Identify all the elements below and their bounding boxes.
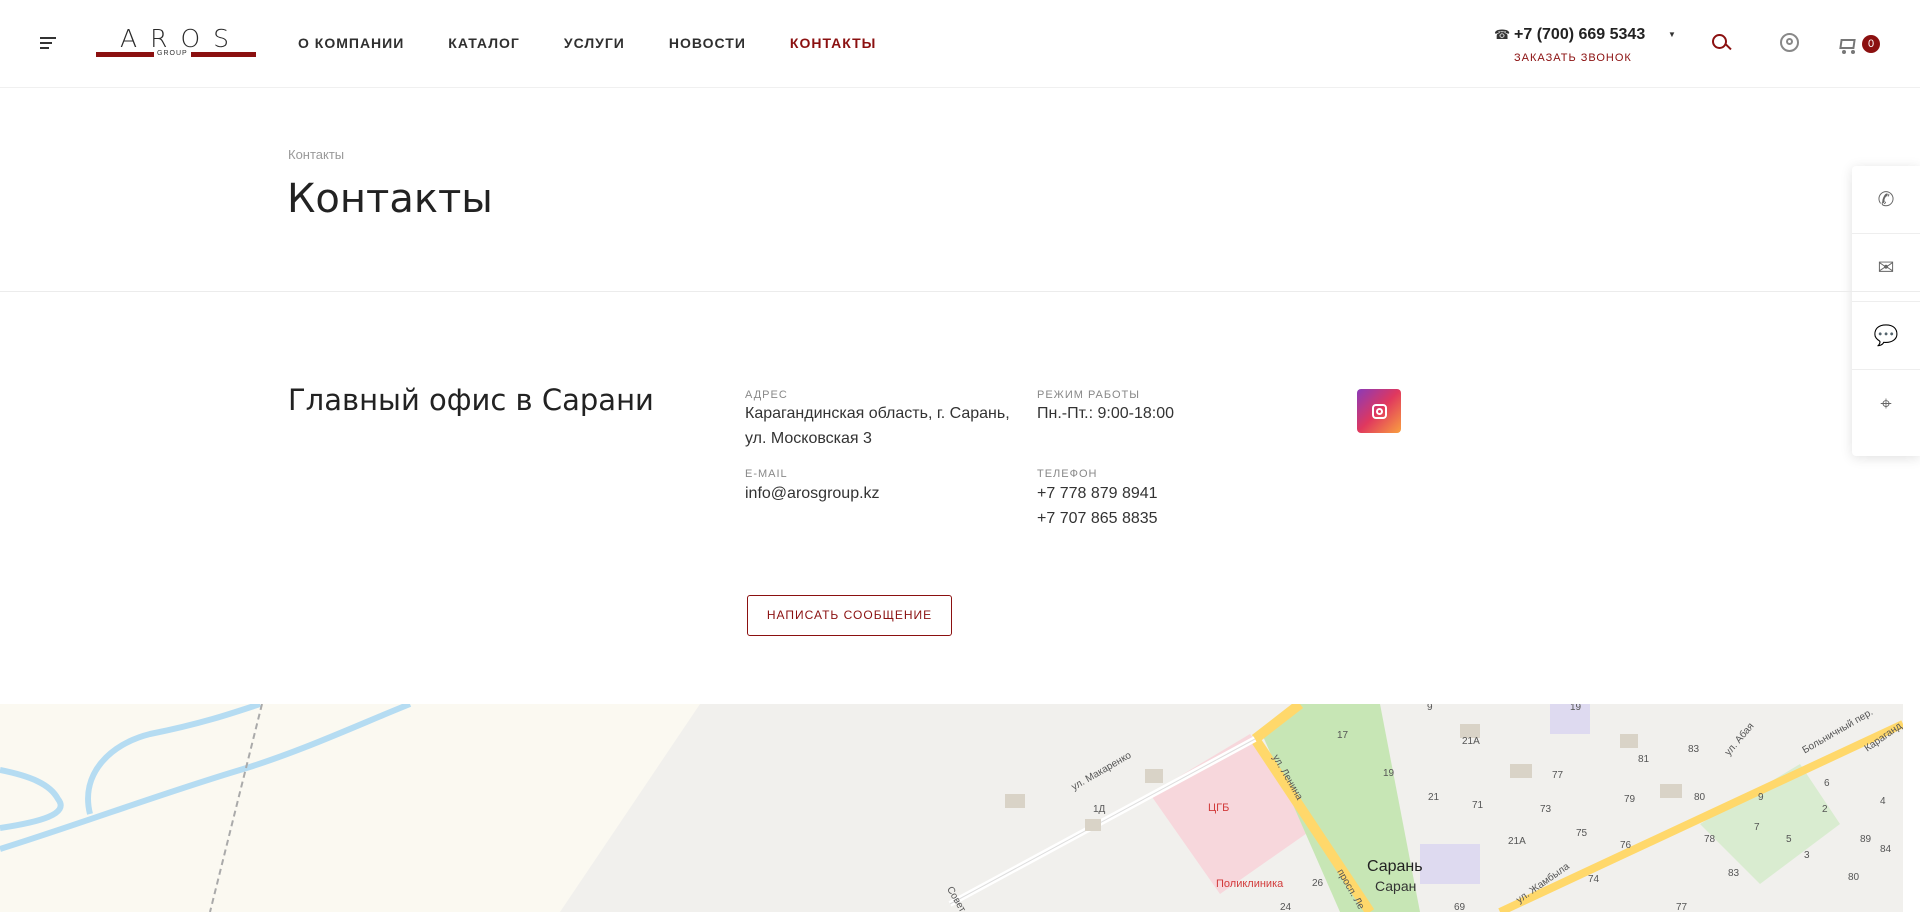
logo-subtext: GROUP	[154, 50, 191, 57]
house-number: 83	[1728, 868, 1740, 879]
house-number: 19	[1570, 704, 1582, 713]
header-phone[interactable]: +7 (700) 669 5343	[1514, 26, 1645, 44]
house-number: 7	[1754, 822, 1760, 833]
hours-label: РЕЖИМ РАБОТЫ	[1037, 389, 1141, 401]
house-number: 79	[1624, 794, 1636, 805]
nav-item-news[interactable]: НОВОСТИ	[669, 35, 746, 51]
nav-item-contacts[interactable]: КОНТАКТЫ	[790, 35, 876, 51]
map-city-label: Сарань	[1367, 858, 1423, 875]
house-number: 74	[1588, 874, 1600, 885]
house-number: 73	[1540, 804, 1552, 815]
site-header: AROS GROUP О КОМПАНИИ КАТАЛОГ УСЛУГИ НОВ…	[0, 0, 1920, 88]
house-number: 9	[1758, 792, 1764, 803]
house-number: 3	[1804, 850, 1810, 861]
cart-icon[interactable]	[1838, 32, 1860, 54]
main-nav: О КОМПАНИИ КАТАЛОГ УСЛУГИ НОВОСТИ КОНТАК…	[298, 35, 920, 51]
house-number: 2	[1822, 804, 1828, 815]
divider	[0, 291, 1920, 292]
search-icon[interactable]	[1710, 32, 1732, 54]
address-line-2: ул. Московская 3	[745, 430, 872, 447]
breadcrumb[interactable]: Контакты	[288, 147, 344, 162]
house-number: 21А	[1508, 836, 1526, 847]
house-number: 6	[1824, 778, 1830, 789]
house-number: 1Д	[1093, 804, 1106, 815]
logo[interactable]: AROS GROUP	[96, 24, 256, 60]
phone-label: ТЕЛЕФОН	[1037, 468, 1098, 480]
house-number: 71	[1472, 800, 1484, 811]
house-number: 9	[1427, 704, 1433, 713]
house-number: 76	[1620, 840, 1632, 851]
map-city-sublabel: Саран	[1375, 878, 1417, 894]
poi-label: ЦГБ	[1208, 802, 1230, 814]
house-number: 77	[1552, 770, 1564, 781]
address-line-1: Карагандинская область, г. Сарань,	[745, 405, 1010, 422]
menu-icon[interactable]	[40, 37, 56, 49]
callback-link[interactable]: ЗАКАЗАТЬ ЗВОНОК	[1514, 52, 1632, 64]
house-number: 80	[1848, 872, 1860, 883]
side-contact-widget: ✆ ✉ 💬 ⌖	[1852, 166, 1920, 456]
address-label: АДРЕС	[745, 389, 788, 401]
house-number: 69	[1454, 902, 1466, 912]
hours-value: Пн.-Пт.: 9:00-18:00	[1037, 405, 1175, 422]
email-link[interactable]: info@arosgroup.kz	[745, 481, 880, 506]
phone-link-2[interactable]: +7 707 865 8835	[1037, 506, 1158, 531]
nav-item-services[interactable]: УСЛУГИ	[564, 35, 625, 51]
house-number: 21	[1428, 792, 1440, 803]
nav-item-about[interactable]: О КОМПАНИИ	[298, 35, 404, 51]
cart-count-badge: 0	[1862, 35, 1880, 53]
house-number: 5	[1786, 834, 1792, 845]
house-number: 77	[1676, 902, 1688, 912]
phone-icon: ☎	[1494, 27, 1511, 42]
phone-link-1[interactable]: +7 778 879 8941	[1037, 481, 1158, 506]
house-number: 26	[1312, 878, 1324, 889]
house-number: 80	[1694, 792, 1706, 803]
office-title: Главный офис в Сарани	[288, 383, 654, 417]
user-icon[interactable]	[1779, 32, 1801, 54]
instagram-icon[interactable]	[1357, 389, 1401, 433]
callback-phone-icon[interactable]: ✆	[1852, 166, 1920, 234]
nav-item-catalog[interactable]: КАТАЛОГ	[448, 35, 520, 51]
logo-text: AROS	[119, 24, 243, 53]
house-number: 4	[1880, 796, 1886, 807]
house-number: 84	[1880, 844, 1892, 855]
email-label: E-MAIL	[745, 468, 788, 480]
house-number: 17	[1337, 730, 1349, 741]
map[interactable]: ул. Макаренко ул. Ленина просп. Ле ул. Ж…	[0, 704, 1903, 912]
map-drawing	[0, 704, 1903, 912]
poi-label: Поликлиника	[1216, 878, 1284, 890]
house-number: 21А	[1462, 736, 1480, 747]
chevron-down-icon[interactable]: ▼	[1668, 30, 1676, 39]
house-number: 19	[1383, 768, 1395, 779]
house-number: 75	[1576, 828, 1588, 839]
house-number: 78	[1704, 834, 1716, 845]
write-message-button[interactable]: НАПИСАТЬ СООБЩЕНИЕ	[747, 595, 952, 636]
chat-icon[interactable]: 💬	[1852, 302, 1920, 370]
page-title: Контакты	[287, 176, 493, 222]
location-pin-icon[interactable]: ⌖	[1852, 370, 1920, 438]
house-number: 24	[1280, 902, 1292, 912]
house-number: 89	[1860, 834, 1872, 845]
house-number: 81	[1638, 754, 1650, 765]
house-number: 83	[1688, 744, 1700, 755]
